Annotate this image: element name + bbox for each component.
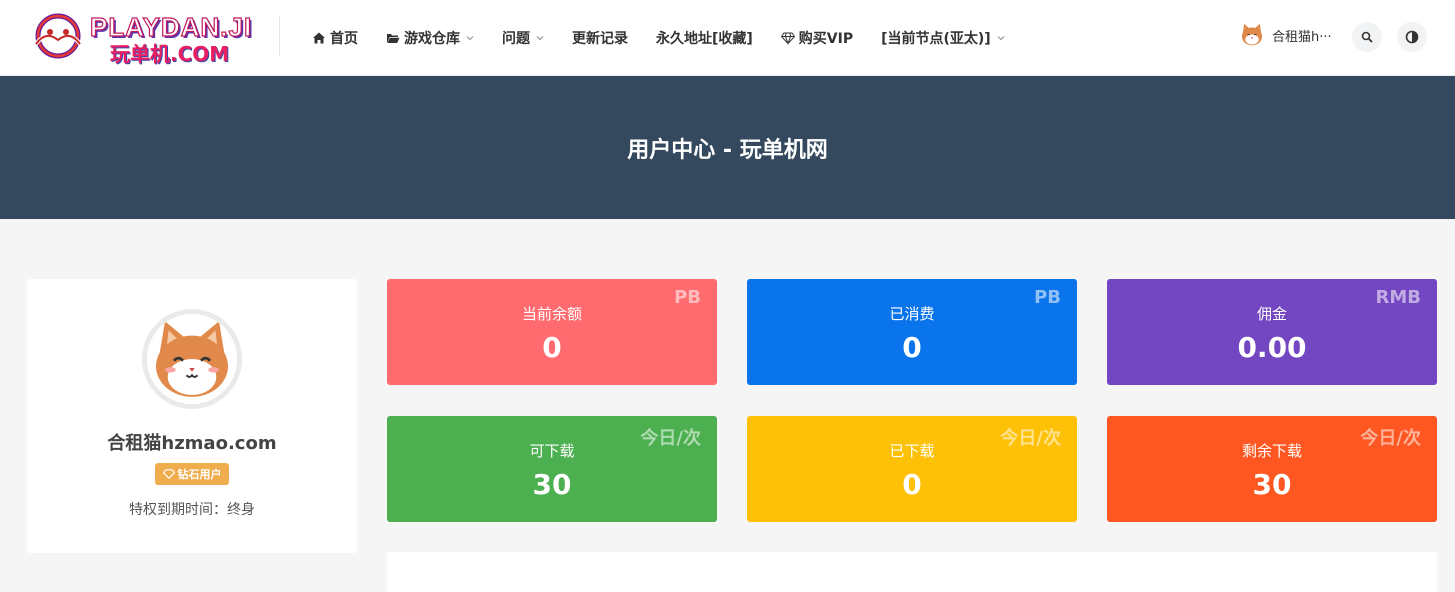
- cat-avatar-icon: [147, 314, 237, 404]
- stat-card-remaining: 今日/次 剩余下载 30: [1107, 416, 1437, 522]
- nav-item-buy-vip[interactable]: 购买VIP: [780, 28, 854, 48]
- cat-avatar-icon: [1238, 21, 1266, 49]
- search-icon: [1361, 31, 1373, 43]
- nav-item-label: 永久地址[收藏]: [656, 31, 753, 47]
- nav-item-current-node[interactable]: [当前节点(亚太)]: [881, 28, 1005, 48]
- page-banner: 用户中心 - 玩单机网: [0, 76, 1455, 219]
- logo-bottom-text: 玩单机.COM: [110, 42, 230, 66]
- nav-item-game-warehouse[interactable]: 游戏仓库: [386, 28, 474, 48]
- stat-label: 当前余额: [521, 305, 582, 323]
- stat-card-consumed: PB 已消费 0: [747, 279, 1077, 385]
- main-nav: 首页 游戏仓库 问题 更新记录 永久地址[收藏] 购买VIP [当前节点(亚太)…: [312, 0, 1033, 76]
- stat-value: 0: [902, 331, 922, 364]
- profile-name: 合租猫hzmao.com: [107, 433, 277, 454]
- user-menu[interactable]: 合租猫h···: [1238, 21, 1332, 49]
- search-button[interactable]: [1352, 22, 1382, 52]
- site-header: PLAYDAN.JI 玩单机.COM 首页 游戏仓库 问题 更新记录 永久地址[…: [0, 0, 1455, 76]
- chevron-down-icon: [997, 36, 1005, 41]
- stat-label: 已消费: [889, 305, 935, 323]
- nav-item-label: 购买VIP: [798, 31, 854, 47]
- stat-card-balance: PB 当前余额 0: [387, 279, 717, 385]
- folder-open-icon: [387, 34, 400, 43]
- vip-badge: 钻石用户: [155, 463, 229, 485]
- stat-value: 0: [542, 331, 562, 364]
- stat-card-downloaded: 今日/次 已下载 0: [747, 416, 1077, 522]
- stat-card-commission: RMB 佣金 0.00: [1107, 279, 1437, 385]
- nav-item-label: 首页: [330, 31, 358, 47]
- logo-mark-icon: [34, 13, 82, 59]
- chevron-down-icon: [466, 36, 474, 41]
- user-name: 合租猫h···: [1272, 29, 1332, 45]
- avatar: [1238, 21, 1266, 49]
- nav-item-permanent-url[interactable]: 永久地址[收藏]: [656, 28, 753, 48]
- theme-toggle-icon: [1405, 30, 1419, 44]
- site-logo[interactable]: PLAYDAN.JI 玩单机.COM: [28, 8, 252, 66]
- stat-label: 已下载: [889, 442, 935, 460]
- stat-value: 30: [1252, 468, 1292, 501]
- diamond-icon: [162, 469, 175, 479]
- stat-label: 剩余下载: [1241, 442, 1302, 460]
- header-divider: [279, 16, 280, 56]
- stat-card-downloadable: 今日/次 可下载 30: [387, 416, 717, 522]
- stat-label: 可下载: [529, 442, 575, 460]
- stat-value: 0.00: [1237, 331, 1307, 364]
- nav-item-questions[interactable]: 问题: [502, 28, 544, 48]
- profile-card: 合租猫hzmao.com 钻石用户 特权到期时间：终身: [27, 279, 357, 553]
- page-title: 用户中心 - 玩单机网: [627, 137, 828, 163]
- stat-value: 30: [532, 468, 572, 501]
- nav-item-label: 问题: [502, 31, 530, 47]
- home-icon: [313, 32, 325, 44]
- stat-value: 0: [902, 468, 922, 501]
- nav-item-changelog[interactable]: 更新记录: [572, 28, 628, 48]
- nav-item-label: 游戏仓库: [404, 31, 460, 47]
- diamond-icon: [780, 32, 795, 45]
- stat-label: 佣金: [1256, 305, 1287, 323]
- nav-item-label: 更新记录: [572, 31, 628, 47]
- privilege-expire-text: 特权到期时间：终身: [129, 502, 255, 518]
- vip-badge-label: 钻石用户: [177, 468, 222, 481]
- theme-toggle-button[interactable]: [1397, 22, 1427, 52]
- avatar: [142, 309, 242, 409]
- chevron-down-icon: [536, 36, 544, 41]
- nav-item-home[interactable]: 首页: [312, 28, 358, 48]
- content-panel: [387, 552, 1437, 592]
- nav-item-label: [当前节点(亚太)]: [881, 31, 991, 47]
